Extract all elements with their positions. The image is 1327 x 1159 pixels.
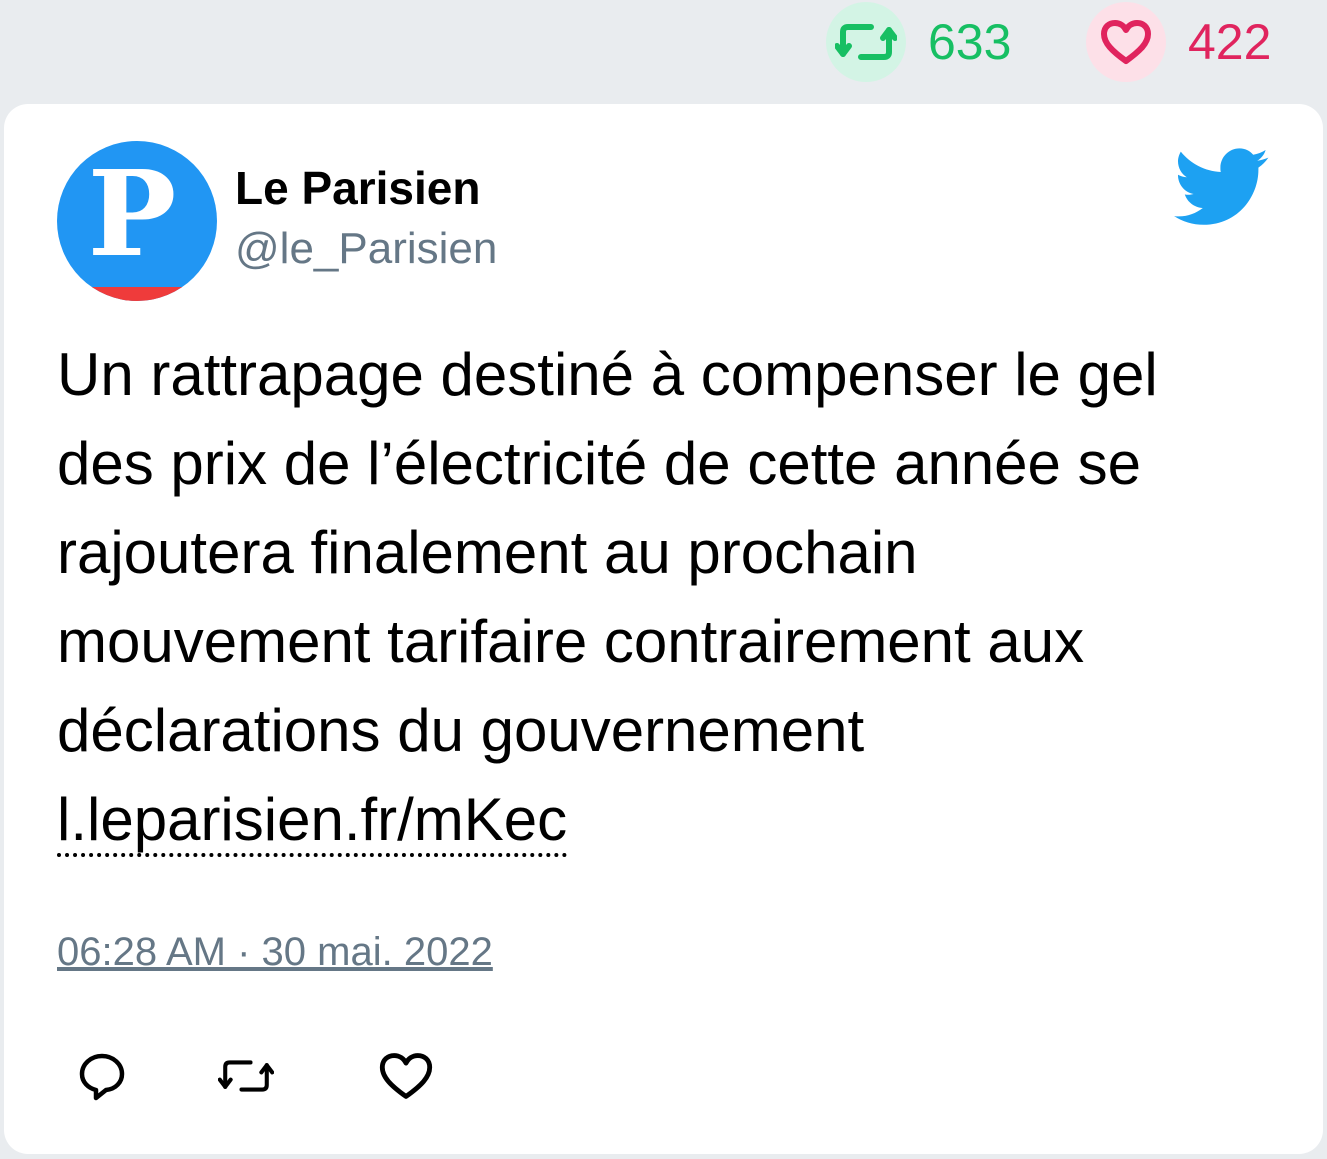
- avatar-logo-letter: P: [87, 144, 177, 283]
- tweet-text: Un rattrapage destiné à compenser le gel…: [57, 330, 1237, 864]
- heart-icon[interactable]: [1086, 2, 1166, 82]
- twitter-bird-icon[interactable]: [1174, 148, 1270, 228]
- like-count-stat[interactable]: 422: [1086, 2, 1271, 82]
- engagement-stats: 633 422: [0, 0, 1327, 90]
- retweet-icon[interactable]: [826, 2, 906, 82]
- tweet-body: Un rattrapage destiné à compenser le gel…: [57, 341, 1158, 764]
- tweet-link[interactable]: l.leparisien.fr/mKec: [57, 786, 568, 857]
- retweet-icon[interactable]: [218, 1048, 274, 1104]
- tweet-timestamp[interactable]: 06:28 AM · 30 mai. 2022: [57, 930, 493, 975]
- heart-icon[interactable]: [378, 1048, 434, 1104]
- author-name[interactable]: Le Parisien: [235, 161, 480, 215]
- reply-icon[interactable]: [74, 1048, 130, 1104]
- tweet-actions: [74, 1048, 474, 1108]
- author-handle[interactable]: @le_Parisien: [235, 224, 497, 274]
- avatar[interactable]: P: [57, 141, 217, 301]
- like-count: 422: [1188, 14, 1272, 70]
- tweet-card: P Le Parisien @le_Parisien Un rattrapage…: [4, 104, 1323, 1154]
- avatar-red-stripe: [57, 287, 217, 301]
- retweet-count-stat[interactable]: 633: [826, 2, 1011, 82]
- retweet-count: 633: [928, 14, 1012, 70]
